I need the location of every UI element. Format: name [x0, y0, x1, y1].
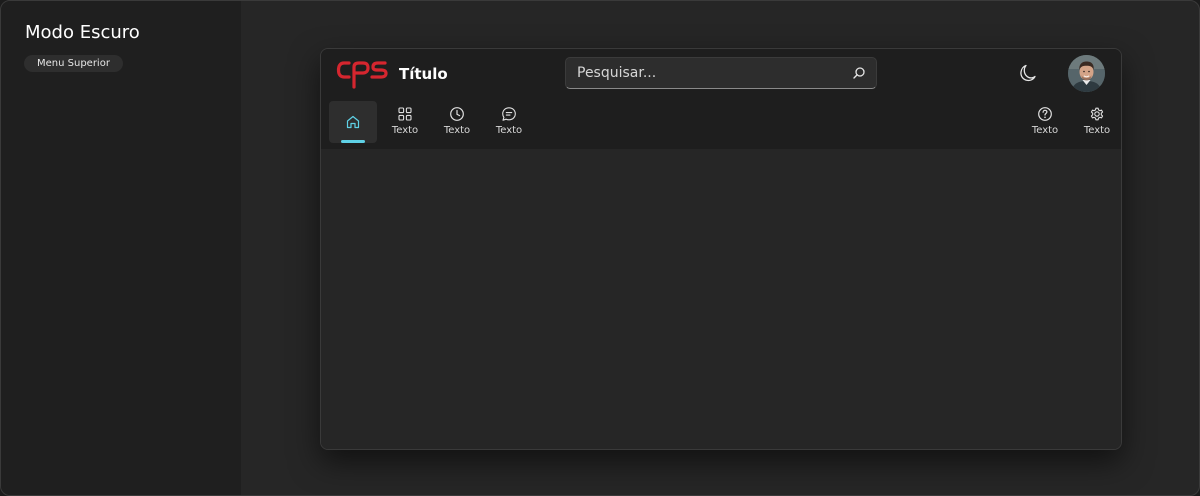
nav-item-history[interactable]: Texto	[433, 101, 481, 143]
moon-icon[interactable]	[1018, 63, 1038, 83]
page-frame: Modo Escuro Menu Superior Título Pesquis…	[0, 0, 1200, 496]
panel-badge: Menu Superior	[24, 55, 123, 72]
nav-item-chat[interactable]: Texto	[485, 101, 533, 143]
nav-item-label: Texto	[495, 125, 523, 136]
search-icon[interactable]	[852, 66, 866, 80]
content-area	[321, 149, 1121, 449]
active-indicator	[341, 140, 365, 143]
avatar[interactable]	[1068, 55, 1105, 92]
chat-icon	[502, 107, 516, 121]
apps-grid-icon	[398, 107, 412, 121]
app-title: Título	[399, 65, 448, 83]
nav-item-apps[interactable]: Texto	[381, 101, 429, 143]
app-window: Título Pesquisar... Texto Texto Texto Te…	[320, 48, 1122, 450]
brand-logo[interactable]	[336, 59, 388, 89]
nav-item-label: Texto	[1031, 125, 1059, 136]
gear-icon	[1090, 107, 1104, 121]
search-box[interactable]	[565, 57, 877, 89]
clock-icon	[450, 107, 464, 121]
nav-item-settings[interactable]: Texto	[1073, 101, 1121, 143]
avatar-image	[1068, 55, 1105, 92]
home-icon	[346, 115, 360, 129]
top-menu-bar: Título Pesquisar... Texto Texto Texto Te…	[321, 49, 1121, 149]
help-icon	[1038, 107, 1052, 121]
nav-item-home[interactable]	[329, 101, 377, 143]
nav-item-label: Texto	[443, 125, 471, 136]
search-input[interactable]	[566, 58, 846, 88]
nav-item-label: Texto	[1083, 125, 1111, 136]
nav-item-label: Texto	[391, 125, 419, 136]
panel-title: Modo Escuro	[25, 22, 140, 43]
nav-item-help[interactable]: Texto	[1021, 101, 1069, 143]
left-panel: Modo Escuro Menu Superior	[1, 1, 241, 495]
